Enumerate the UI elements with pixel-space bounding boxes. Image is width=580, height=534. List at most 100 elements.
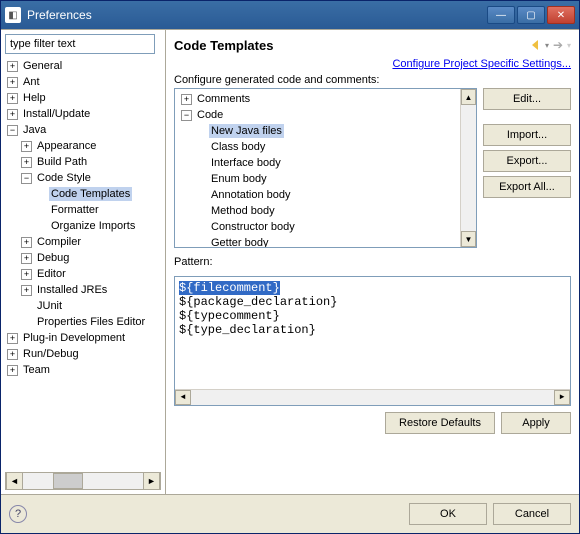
tree-label: Compiler: [35, 235, 83, 249]
tree-item[interactable]: Method body: [177, 203, 458, 219]
tree-label: Help: [21, 91, 48, 105]
expand-icon[interactable]: +: [7, 109, 18, 120]
tree-label: Code Templates: [49, 187, 132, 201]
expand-icon[interactable]: +: [7, 77, 18, 88]
tree-item[interactable]: +General: [5, 58, 161, 74]
scroll-right-icon[interactable]: ►: [554, 390, 570, 405]
minimize-button[interactable]: —: [487, 6, 515, 24]
tree-label: Getter body: [209, 236, 270, 248]
tree-item[interactable]: Formatter: [5, 202, 161, 218]
tree-item[interactable]: New Java files: [177, 123, 458, 139]
export-button[interactable]: Export...: [483, 150, 571, 172]
scroll-up-icon[interactable]: ▲: [461, 89, 476, 105]
tree-item[interactable]: +Plug-in Development: [5, 330, 161, 346]
tree-label: Properties Files Editor: [35, 315, 147, 329]
expand-icon[interactable]: +: [21, 269, 32, 280]
tree-label: Editor: [35, 267, 68, 281]
tree-label: Appearance: [35, 139, 98, 153]
filter-input[interactable]: [5, 34, 155, 54]
horizontal-scrollbar[interactable]: ◄ ►: [5, 472, 161, 490]
left-panel: +General+Ant+Help+Install/Update−Java+Ap…: [1, 30, 166, 494]
tree-item[interactable]: +Appearance: [5, 138, 161, 154]
tree-item[interactable]: −Java: [5, 122, 161, 138]
tree-item[interactable]: JUnit: [5, 298, 161, 314]
tree-item[interactable]: +Run/Debug: [5, 346, 161, 362]
tree-label: Constructor body: [209, 220, 297, 234]
tree-item[interactable]: Code Templates: [5, 186, 161, 202]
scroll-left-icon[interactable]: ◄: [175, 390, 191, 405]
tree-item[interactable]: Enum body: [177, 171, 458, 187]
vertical-scrollbar[interactable]: ▲ ▼: [460, 89, 476, 247]
forward-button[interactable]: ➔: [549, 36, 567, 54]
restore-defaults-button[interactable]: Restore Defaults: [385, 412, 495, 434]
tree-item[interactable]: +Comments: [177, 91, 458, 107]
tree-item[interactable]: Interface body: [177, 155, 458, 171]
tree-item[interactable]: +Installed JREs: [5, 282, 161, 298]
templates-tree[interactable]: +Comments−CodeNew Java filesClass bodyIn…: [174, 88, 477, 248]
tree-item[interactable]: +Team: [5, 362, 161, 378]
pattern-textarea[interactable]: ${filecomment} ${package_declaration} ${…: [174, 276, 571, 406]
tree-item[interactable]: −Code Style: [5, 170, 161, 186]
tree-item[interactable]: +Build Path: [5, 154, 161, 170]
bottom-bar: ? OK Cancel: [1, 494, 579, 533]
tree-item[interactable]: Getter body: [177, 235, 458, 248]
page-title: Code Templates: [174, 38, 527, 53]
tree-label: Install/Update: [21, 107, 92, 121]
ok-button[interactable]: OK: [409, 503, 487, 525]
tree-item[interactable]: +Install/Update: [5, 106, 161, 122]
scroll-down-icon[interactable]: ▼: [461, 231, 476, 247]
collapse-icon[interactable]: −: [181, 110, 192, 121]
expand-icon[interactable]: +: [7, 61, 18, 72]
tree-item[interactable]: Class body: [177, 139, 458, 155]
expand-icon[interactable]: +: [21, 157, 32, 168]
maximize-button[interactable]: ▢: [517, 6, 545, 24]
tree-label: Annotation body: [209, 188, 293, 202]
expand-icon[interactable]: +: [21, 253, 32, 264]
tree-item[interactable]: Organize Imports: [5, 218, 161, 234]
pattern-h-scrollbar[interactable]: ◄ ►: [175, 389, 570, 405]
expand-icon[interactable]: +: [21, 285, 32, 296]
tree-item[interactable]: +Help: [5, 90, 161, 106]
tree-label: Interface body: [209, 156, 283, 170]
expand-icon[interactable]: +: [7, 349, 18, 360]
tree-item[interactable]: +Debug: [5, 250, 161, 266]
apply-button[interactable]: Apply: [501, 412, 571, 434]
project-settings-link[interactable]: Configure Project Specific Settings...: [392, 58, 571, 70]
window-title: Preferences: [27, 8, 487, 22]
tree-label: Debug: [35, 251, 71, 265]
pattern-line-2: ${package_declaration}: [179, 295, 566, 309]
tree-label: Run/Debug: [21, 347, 81, 361]
tree-item[interactable]: +Editor: [5, 266, 161, 282]
tree-item[interactable]: Annotation body: [177, 187, 458, 203]
expand-icon[interactable]: +: [7, 333, 18, 344]
collapse-icon[interactable]: −: [7, 125, 18, 136]
expand-icon[interactable]: +: [7, 365, 18, 376]
titlebar[interactable]: ◧ Preferences — ▢ ✕: [1, 1, 579, 29]
collapse-icon[interactable]: −: [21, 173, 32, 184]
tree-item[interactable]: +Compiler: [5, 234, 161, 250]
expand-icon[interactable]: +: [21, 141, 32, 152]
tree-label: Plug-in Development: [21, 331, 127, 345]
help-icon[interactable]: ?: [9, 505, 27, 523]
expand-icon[interactable]: +: [21, 237, 32, 248]
scroll-thumb[interactable]: [53, 473, 83, 489]
tree-label: Enum body: [209, 172, 269, 186]
edit-button[interactable]: Edit...: [483, 88, 571, 110]
tree-item[interactable]: Constructor body: [177, 219, 458, 235]
close-button[interactable]: ✕: [547, 6, 575, 24]
import-button[interactable]: Import...: [483, 124, 571, 146]
export-all-button[interactable]: Export All...: [483, 176, 571, 198]
back-button[interactable]: [527, 36, 545, 54]
scroll-left-icon[interactable]: ◄: [6, 473, 23, 489]
tree-item[interactable]: Properties Files Editor: [5, 314, 161, 330]
preferences-tree[interactable]: +General+Ant+Help+Install/Update−Java+Ap…: [5, 58, 161, 468]
tree-label: JUnit: [35, 299, 64, 313]
expand-icon[interactable]: +: [181, 94, 192, 105]
pattern-label: Pattern:: [174, 256, 571, 268]
tree-item[interactable]: −Code: [177, 107, 458, 123]
configure-label: Configure generated code and comments:: [174, 74, 571, 86]
tree-item[interactable]: +Ant: [5, 74, 161, 90]
cancel-button[interactable]: Cancel: [493, 503, 571, 525]
expand-icon[interactable]: +: [7, 93, 18, 104]
scroll-right-icon[interactable]: ►: [143, 473, 160, 489]
